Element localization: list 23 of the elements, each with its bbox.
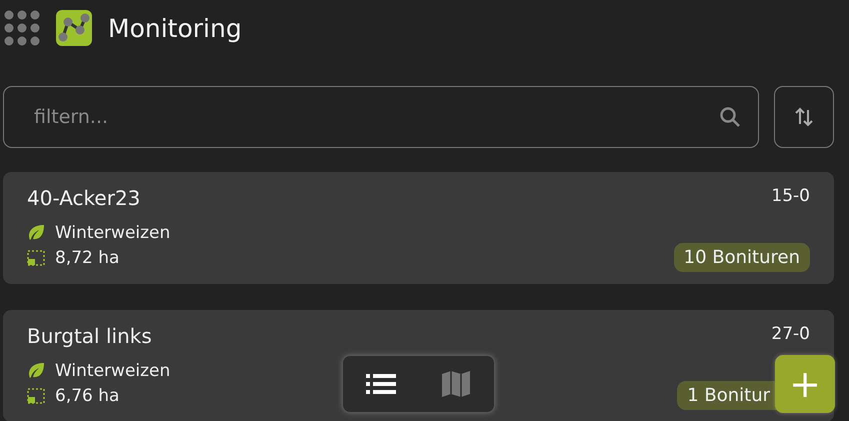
crop-label: Winterweizen — [55, 222, 170, 242]
leaf-icon — [27, 362, 45, 380]
page-title: Monitoring — [108, 14, 242, 42]
area-icon — [27, 388, 45, 404]
logo-icon — [56, 10, 92, 46]
leaf-icon — [27, 224, 45, 242]
area-label: 8,72 ha — [55, 248, 120, 268]
search-field[interactable]: filtern... — [3, 86, 759, 148]
search-icon — [719, 106, 741, 128]
field-name: 40-Acker23 — [27, 186, 142, 210]
field-code: 27-0 — [771, 324, 810, 344]
list-icon — [366, 374, 396, 394]
assessment-count: 10 Bonituren — [674, 243, 810, 272]
sort-button[interactable] — [774, 86, 834, 148]
field-name: Burgtal links — [27, 324, 153, 348]
field-code: 15-0 — [771, 186, 810, 206]
map-icon — [441, 369, 472, 399]
field-card[interactable]: 40-Acker23 Winterweizen 8,72 ha 15-0 10 Bonituren — [3, 172, 834, 284]
sort-icon — [794, 106, 814, 128]
area-label: 6,76 ha — [55, 386, 120, 406]
crop-label: Winterweizen — [55, 360, 170, 380]
area-icon — [27, 250, 45, 266]
app-grid-icon[interactable] — [4, 10, 40, 46]
